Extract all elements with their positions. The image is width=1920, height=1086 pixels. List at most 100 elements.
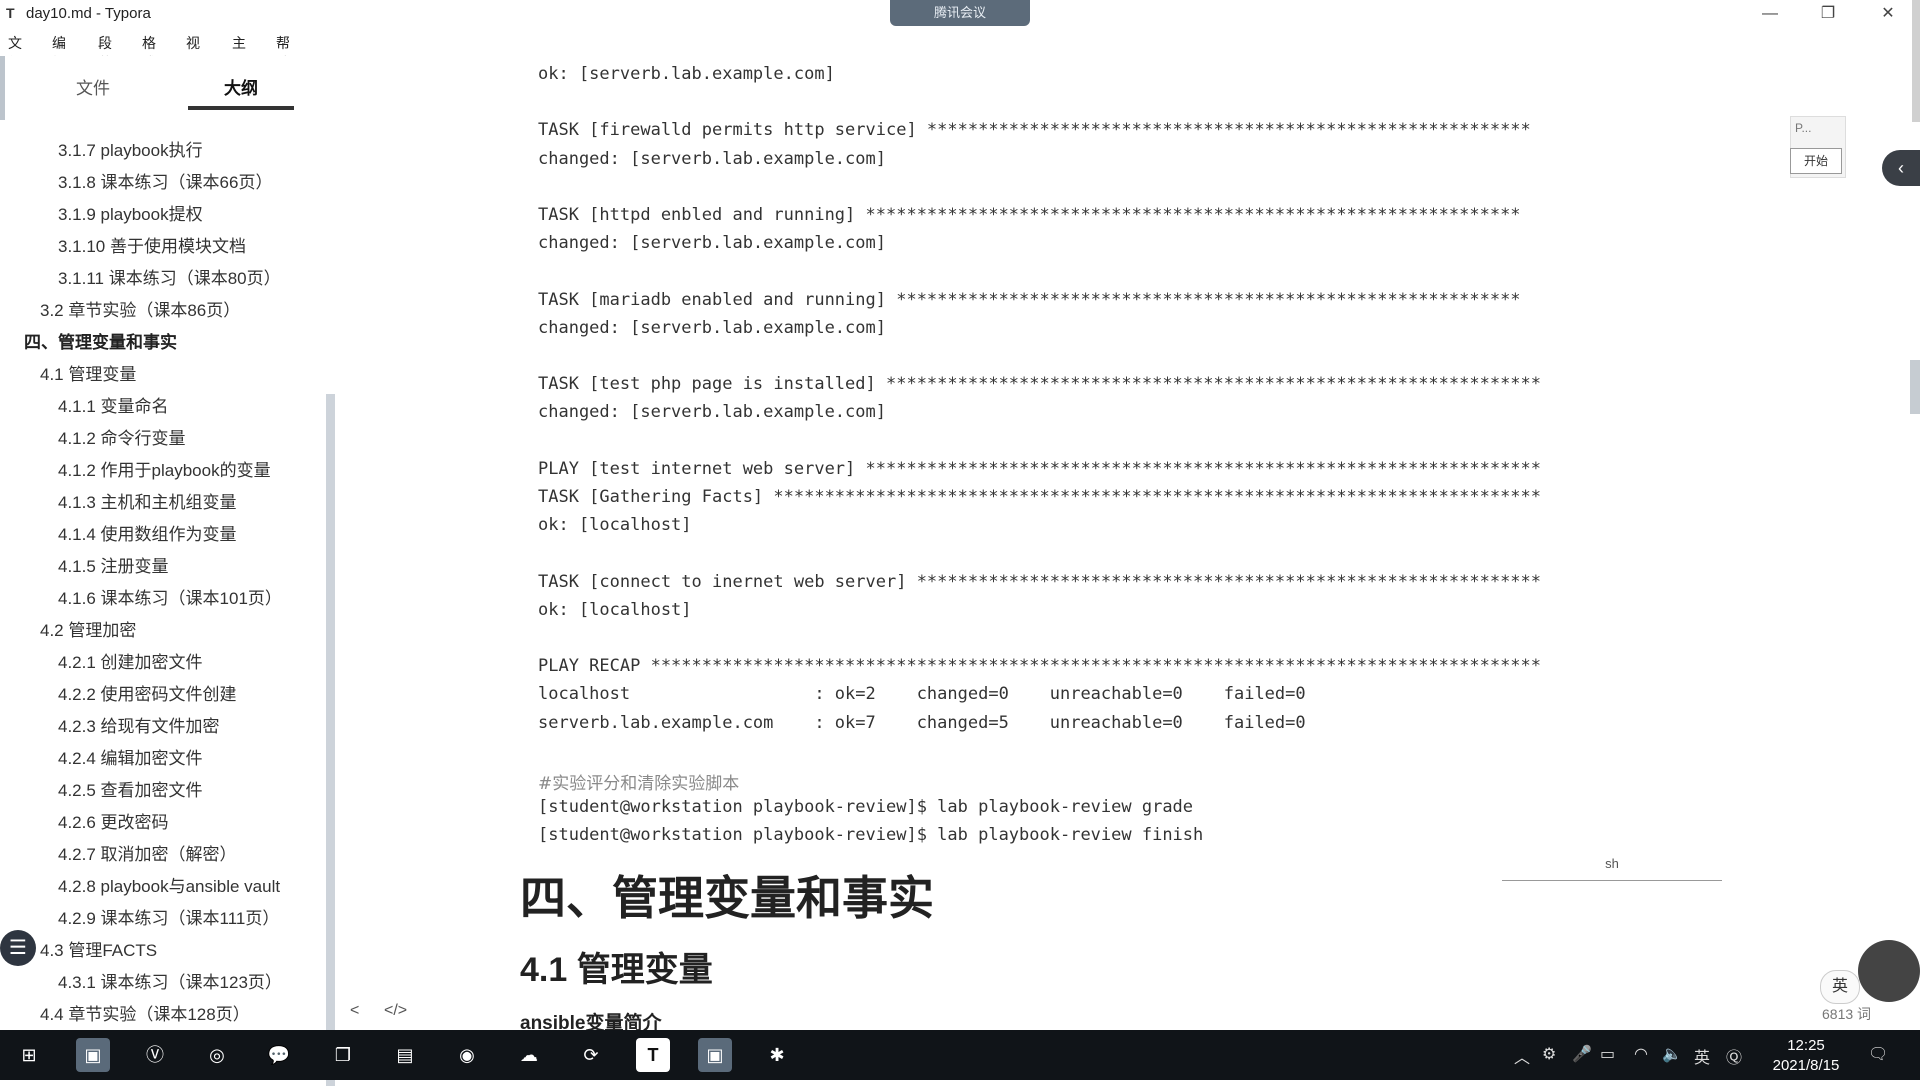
code-line: changed: [serverb.lab.example.com]	[538, 148, 886, 169]
content-scrollbar[interactable]	[1910, 360, 1920, 414]
source-code-mode-icon[interactable]: </>	[384, 1002, 407, 1020]
outline-item[interactable]: 4.3.1 课本练习（课本123页）	[58, 968, 282, 993]
outline-item[interactable]: 3.1.7 playbook执行	[58, 136, 203, 161]
tab-files[interactable]: 文件	[76, 74, 110, 99]
swirl-app-icon[interactable]: ◉	[450, 1038, 484, 1072]
outline-item[interactable]: 4.1.2 命令行变量	[58, 424, 186, 449]
code-line: TASK [httpd enbled and running] ********…	[538, 205, 1521, 225]
outline-item[interactable]: 4.1.3 主机和主机组变量	[58, 488, 237, 513]
code-line: ok: [localhost]	[538, 599, 692, 620]
outline-item[interactable]: 3.1.9 playbook提权	[58, 200, 203, 225]
outline-item[interactable]: 3.1.8 课本练习（课本66页）	[58, 168, 272, 193]
outline-item[interactable]: 3.1.11 课本练习（课本80页）	[58, 264, 281, 289]
active-tab-indicator	[188, 106, 294, 110]
taskbar-app-image-icon[interactable]: ▣	[76, 1038, 110, 1072]
code-line: PLAY [test internet web server] ********…	[538, 458, 1542, 479]
avatar[interactable]	[1858, 940, 1920, 1002]
outline-item[interactable]: 4.2.8 playbook与ansible vault	[58, 872, 280, 897]
code-line: TASK [Gathering Facts] *****************…	[538, 487, 1542, 507]
window-manager-icon[interactable]: ❐	[326, 1038, 360, 1072]
code-line: ok: [localhost]	[538, 515, 692, 536]
outline-item[interactable]: 4.2 管理加密	[40, 616, 136, 641]
wechat-icon[interactable]: 💬	[262, 1038, 296, 1072]
chevron-left-icon[interactable]: ‹	[1882, 150, 1920, 186]
code-line: [student@workstation playbook-review]$ l…	[538, 797, 1194, 818]
heading-1: 四、管理变量和事实	[520, 871, 934, 925]
code-line: TASK [test php page is installed] ******…	[538, 374, 1542, 395]
outline-item[interactable]: 4.2.9 课本练习（课本111页）	[58, 904, 279, 929]
word-count[interactable]: 6813 词	[1822, 1004, 1871, 1024]
sync-app-icon[interactable]: ⟳	[574, 1038, 608, 1072]
code-line: changed: [serverb.lab.example.com]	[538, 233, 886, 254]
extra-app-icon[interactable]: ✱	[760, 1038, 794, 1072]
tray-app-icon[interactable]: ⚙	[1542, 1044, 1556, 1064]
sidebar-scrollbar[interactable]	[326, 394, 335, 1086]
top-right-scroll-track	[1912, 0, 1920, 122]
battery-icon[interactable]: ▭	[1600, 1044, 1615, 1064]
outline-item[interactable]: 4.3 管理FACTS	[40, 936, 157, 961]
outline-item[interactable]: 4.1.1 变量命名	[58, 392, 169, 417]
outline-item[interactable]: 4.4 章节实验（课本128页）	[40, 1000, 250, 1025]
outline-item[interactable]: 4.1.6 课本练习（课本101页）	[58, 584, 282, 609]
microphone-icon[interactable]: 🎤	[1572, 1044, 1592, 1064]
back-arrow-icon[interactable]: <	[350, 1002, 359, 1020]
meeting-indicator[interactable]: 腾讯会议	[890, 0, 1030, 26]
outline-item[interactable]: 4.2.3 给现有文件加密	[58, 712, 220, 737]
sidebar: 文件 大纲 3.1.7 playbook执行 3.1.8 课本练习（课本66页） 3…	[0, 56, 335, 1086]
close-button[interactable]: ✕	[1868, 2, 1908, 26]
outline-item[interactable]: 4.2.7 取消加密（解密）	[58, 840, 237, 865]
code-line: PLAY RECAP *****************************…	[538, 656, 1542, 677]
outline-item[interactable]: 4.2.6 更改密码	[58, 808, 169, 833]
outline-item[interactable]: 4.2.2 使用密码文件创建	[58, 680, 237, 705]
outline-item[interactable]: 4.1 管理变量	[40, 360, 136, 385]
outline-item[interactable]: 3.1.10 善于使用模块文档	[58, 232, 246, 257]
cloud-app-icon[interactable]: ☁	[512, 1038, 546, 1072]
code-line: TASK [firewalld permits http service] **…	[538, 120, 1531, 141]
outline-item[interactable]: 4.2.1 创建加密文件	[58, 648, 203, 673]
outline-toggle-icon[interactable]: ☰	[0, 930, 36, 966]
code-language-label[interactable]: sh	[1502, 856, 1722, 871]
code-line: serverb.lab.example.com : ok=7 changed=5…	[538, 712, 1306, 733]
restore-button[interactable]: ❐	[1808, 2, 1848, 26]
typora-taskbar-icon[interactable]: T	[636, 1038, 670, 1072]
wifi-icon[interactable]: ◠	[1634, 1044, 1648, 1064]
outline-item[interactable]: 4.1.5 注册变量	[58, 552, 169, 577]
outline-item[interactable]: 四、管理变量和事实	[24, 328, 177, 353]
outline-item[interactable]: 3.2 章节实验（课本86页）	[40, 296, 240, 321]
code-language-underline	[1502, 880, 1722, 881]
input-language-indicator[interactable]: 英	[1694, 1044, 1710, 1068]
file-explorer-icon[interactable]: ▤	[388, 1038, 422, 1072]
tray-expand-icon[interactable]: ︿	[1514, 1044, 1530, 1068]
start-button[interactable]: 开始	[1790, 148, 1842, 174]
ime-indicator[interactable]: 英	[1820, 970, 1860, 1004]
browser-icon[interactable]: ◎	[200, 1038, 234, 1072]
code-line: [student@workstation playbook-review]$ l…	[538, 825, 1204, 846]
clock[interactable]: 12:25 2021/8/15	[1766, 1036, 1846, 1076]
meeting-label: 腾讯会议	[933, 5, 986, 20]
notification-icon[interactable]: 🗨	[1868, 1044, 1888, 1064]
windows-start-icon[interactable]: ⊞	[12, 1038, 46, 1072]
tab-outline[interactable]: 大纲	[224, 74, 258, 99]
code-line: localhost : ok=2 changed=0 unreachable=0…	[538, 684, 1306, 705]
vivaldi-icon[interactable]: Ⓥ	[138, 1038, 172, 1072]
code-line: #实验评分和清除实验脚本	[538, 774, 740, 794]
clock-date: 2021/8/15	[1772, 1057, 1840, 1074]
code-line: TASK [mariadb enabled and running] *****…	[538, 289, 1521, 310]
tray-q-icon[interactable]: Ⓠ	[1726, 1044, 1742, 1068]
clock-time: 12:25	[1787, 1037, 1825, 1054]
taskbar: ⊞ ▣ Ⓥ ◎ 💬 ❐ ▤ ◉ ☁ ⟳ T ▣ ✱ ︿ ⚙ 🎤 ▭ ◠ 🔈 英 …	[0, 1030, 1920, 1080]
minimize-button[interactable]: —	[1750, 2, 1790, 26]
outline-item[interactable]: 4.2.4 编辑加密文件	[58, 744, 203, 769]
sidebar-tabs: 文件 大纲	[0, 56, 335, 112]
code-line: TASK [connect to inernet web server] ***…	[538, 571, 1542, 592]
outline-item[interactable]: 4.1.2 作用于playbook的变量	[58, 456, 271, 481]
meeting-taskbar-icon[interactable]: ▣	[698, 1038, 732, 1072]
volume-icon[interactable]: 🔈	[1662, 1044, 1682, 1064]
floating-tool-label: P...	[1795, 121, 1812, 135]
typora-app-icon: T	[6, 5, 15, 21]
outline-item[interactable]: 4.1.4 使用数组作为变量	[58, 520, 237, 545]
code-line: changed: [serverb.lab.example.com]	[538, 317, 886, 338]
title-bar: T day10.md - Typora 腾讯会议 — ❐ ✕	[0, 0, 1920, 28]
left-edge-marker	[0, 56, 5, 120]
outline-item[interactable]: 4.2.5 查看加密文件	[58, 776, 203, 801]
